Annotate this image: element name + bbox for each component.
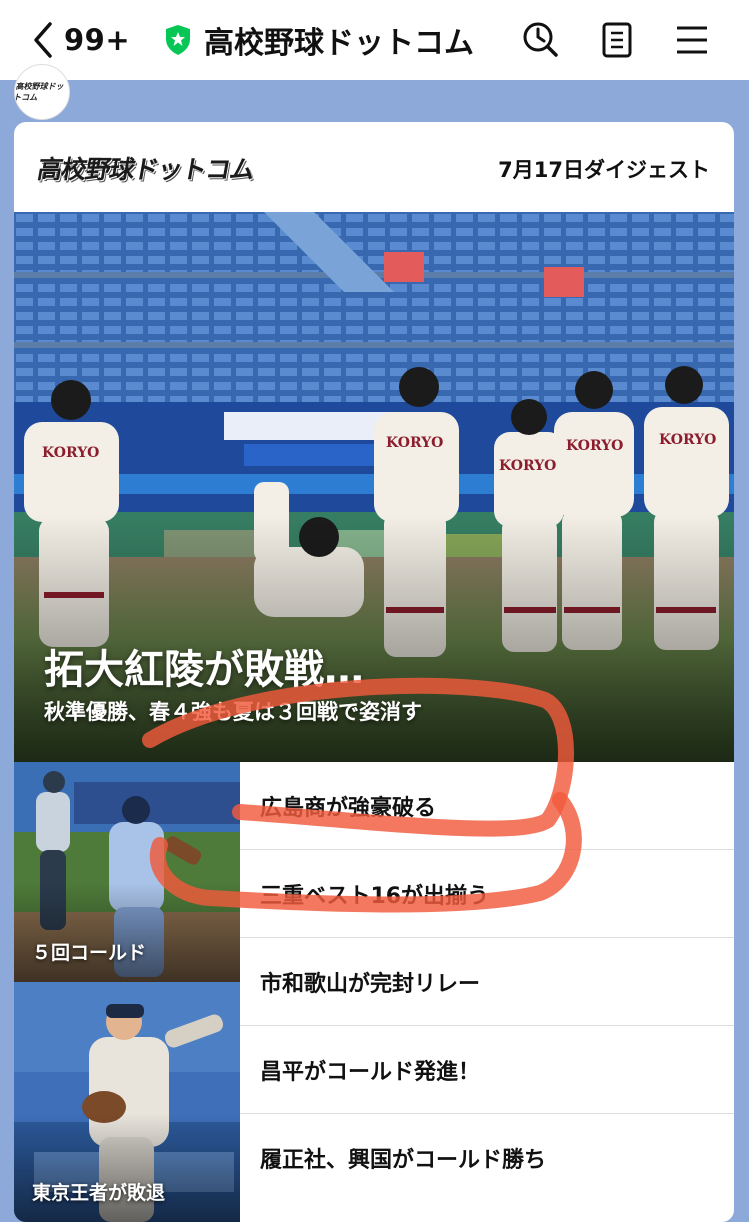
search-button[interactable] [520,20,560,60]
account-name: 高校野球ドットコム [204,26,474,61]
menu-button[interactable] [672,20,712,60]
card-header: 高校野球ドットコム 7月17日ダイジェスト [14,122,734,212]
list-item[interactable]: 広島商が強豪破る [240,762,734,850]
unread-count: 99+ [64,23,131,57]
list-item-label: 市和歌山が完封リレー [260,971,481,997]
top-nav-bar: 99+ 高校野球ドットコム [0,0,749,80]
hero-article[interactable]: KORYO KORYO KORYO KORYO KORYO 拓大紅陵が敗戦… 秋… [14,212,734,762]
hero-title: 拓大紅陵が敗戦… [44,647,364,693]
verified-shield-icon [166,25,190,55]
list-item-label: 三重ベスト16が出揃う [260,883,490,909]
list-item-label: 履正社、興国がコールド勝ち [260,1148,547,1173]
thumbnail-article-1[interactable]: ５回コールド [14,762,240,982]
account-title[interactable]: 高校野球ドットコム [164,18,474,62]
avatar-logo: 高校野球ドットコム [14,82,66,102]
search-clock-icon [523,22,558,57]
brand-logo: 高校野球ドットコム [35,155,257,184]
hero-subtitle: 秋準優勝、春４強も夏は３回戦で姿消す [44,700,422,724]
headline-list: 広島商が強豪破る 三重ベスト16が出揃う 市和歌山が完封リレー 昌平がコールド発… [240,762,734,1202]
notes-icon [602,22,632,58]
list-item[interactable]: 履正社、興国がコールド勝ち [240,1114,734,1202]
back-button[interactable]: 99+ [28,18,130,62]
thumbnail-caption-1: ５回コールド [32,942,147,964]
thumbnail-article-2[interactable]: 東京王者が敗退 [14,982,240,1222]
list-item[interactable]: 市和歌山が完封リレー [240,938,734,1026]
back-chevron-icon [34,22,52,58]
digest-card: 高校野球ドットコム 7月17日ダイジェスト 拓大紅陵が敗戦… 秋準優勝、春４強も… [14,122,734,1222]
list-item-label: 昌平がコールド発進！ [260,1059,481,1085]
list-item-label: 広島商が強豪破る [260,795,437,821]
digest-date: 7月17日ダイジェスト [498,158,710,182]
account-avatar[interactable]: 高校野球ドットコム [14,64,70,120]
thumbnail-caption-2: 東京王者が敗退 [32,1182,166,1204]
notes-button[interactable] [597,20,637,60]
list-item[interactable]: 三重ベスト16が出揃う [240,850,734,938]
menu-icon [677,26,707,54]
list-item[interactable]: 昌平がコールド発進！ [240,1026,734,1114]
